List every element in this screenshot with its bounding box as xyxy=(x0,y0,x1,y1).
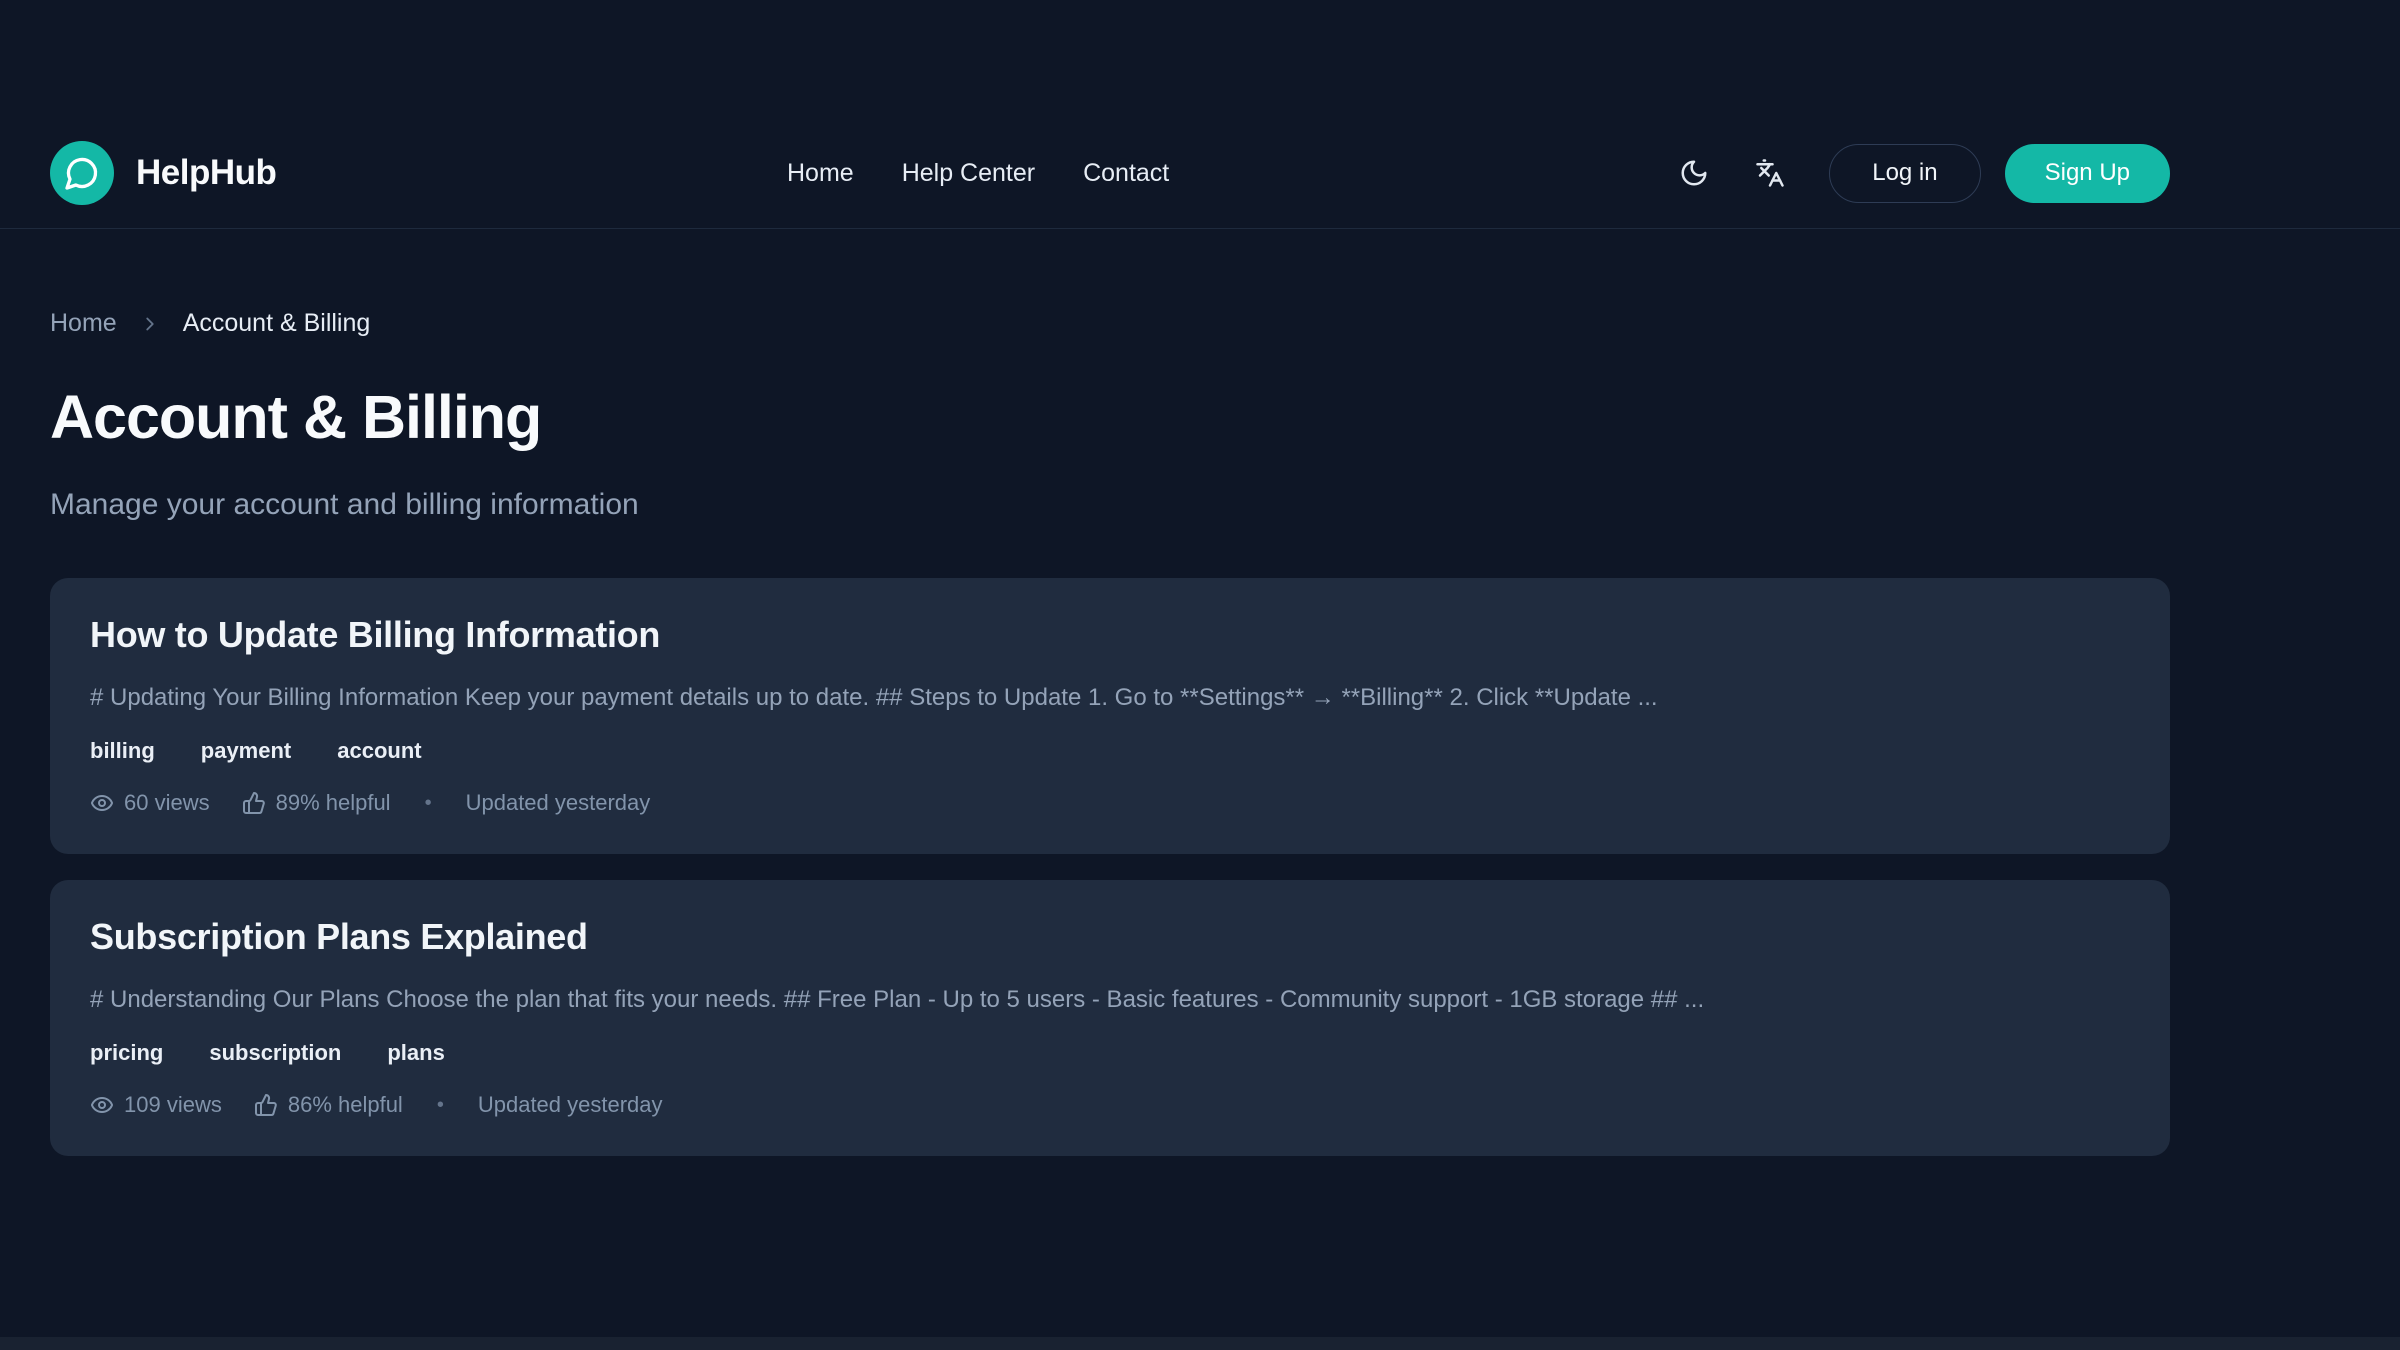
tag[interactable]: billing xyxy=(90,738,155,764)
helpful-stat: 89% helpful xyxy=(242,790,391,816)
languages-icon xyxy=(1755,158,1785,188)
eye-icon xyxy=(90,791,114,815)
theme-toggle-button[interactable] xyxy=(1663,142,1725,204)
brand-name: HelpHub xyxy=(136,153,276,193)
views-count: 109 views xyxy=(124,1092,222,1118)
article-title: How to Update Billing Information xyxy=(90,614,2130,656)
article-tags: pricing subscription plans xyxy=(90,1040,2130,1066)
tag[interactable]: plans xyxy=(387,1040,444,1066)
views-stat: 60 views xyxy=(90,790,210,816)
breadcrumb-current: Account & Billing xyxy=(183,309,371,338)
views-count: 60 views xyxy=(124,790,210,816)
brand[interactable]: HelpHub xyxy=(50,141,276,205)
message-circle-icon xyxy=(64,155,100,191)
thumbs-up-icon xyxy=(242,791,266,815)
page-title: Account & Billing xyxy=(50,382,2170,452)
views-stat: 109 views xyxy=(90,1092,222,1118)
nav-link-home[interactable]: Home xyxy=(787,159,854,188)
login-button[interactable]: Log in xyxy=(1829,144,1980,203)
main-content: Home Account & Billing Account & Billing… xyxy=(50,229,2170,1156)
breadcrumb-home-link[interactable]: Home xyxy=(50,309,117,338)
helpful-stat: 86% helpful xyxy=(254,1092,403,1118)
helpful-percent: 86% helpful xyxy=(288,1092,403,1118)
article-title: Subscription Plans Explained xyxy=(90,916,2130,958)
eye-icon xyxy=(90,1093,114,1117)
chevron-right-icon xyxy=(139,313,161,335)
tag[interactable]: account xyxy=(337,738,421,764)
thumbs-up-icon xyxy=(254,1093,278,1117)
footer-edge xyxy=(0,1337,2400,1350)
article-card[interactable]: How to Update Billing Information # Upda… xyxy=(50,578,2170,854)
language-toggle-button[interactable] xyxy=(1739,142,1801,204)
article-stats: 109 views 86% helpful • Updated yesterda… xyxy=(90,1092,2130,1118)
updated-text: Updated yesterday xyxy=(466,790,651,816)
updated-text: Updated yesterday xyxy=(478,1092,663,1118)
article-preview: # Understanding Our Plans Choose the pla… xyxy=(90,986,2130,1014)
article-stats: 60 views 89% helpful • Updated yesterday xyxy=(90,790,2130,816)
article-list: How to Update Billing Information # Upda… xyxy=(50,578,2170,1156)
tag[interactable]: pricing xyxy=(90,1040,163,1066)
dot-separator: • xyxy=(437,1094,444,1117)
helphub-logo xyxy=(50,141,114,205)
tag[interactable]: subscription xyxy=(209,1040,341,1066)
nav-link-contact[interactable]: Contact xyxy=(1083,159,1169,188)
helpful-percent: 89% helpful xyxy=(276,790,391,816)
moon-icon xyxy=(1679,158,1709,188)
header-actions: Log in Sign Up xyxy=(1663,142,2170,204)
signup-button[interactable]: Sign Up xyxy=(2005,144,2170,203)
article-preview: # Updating Your Billing Information Keep… xyxy=(90,684,2130,712)
article-card[interactable]: Subscription Plans Explained # Understan… xyxy=(50,880,2170,1156)
breadcrumb: Home Account & Billing xyxy=(50,309,2170,338)
site-header: HelpHub Home Help Center Contact xyxy=(0,0,2400,229)
main-nav: Home Help Center Contact xyxy=(787,159,1169,188)
article-tags: billing payment account xyxy=(90,738,2130,764)
nav-link-help-center[interactable]: Help Center xyxy=(902,159,1035,188)
tag[interactable]: payment xyxy=(201,738,291,764)
dot-separator: • xyxy=(425,792,432,815)
page-subtitle: Manage your account and billing informat… xyxy=(50,488,2170,522)
header-inner: HelpHub Home Help Center Contact xyxy=(50,118,2170,228)
